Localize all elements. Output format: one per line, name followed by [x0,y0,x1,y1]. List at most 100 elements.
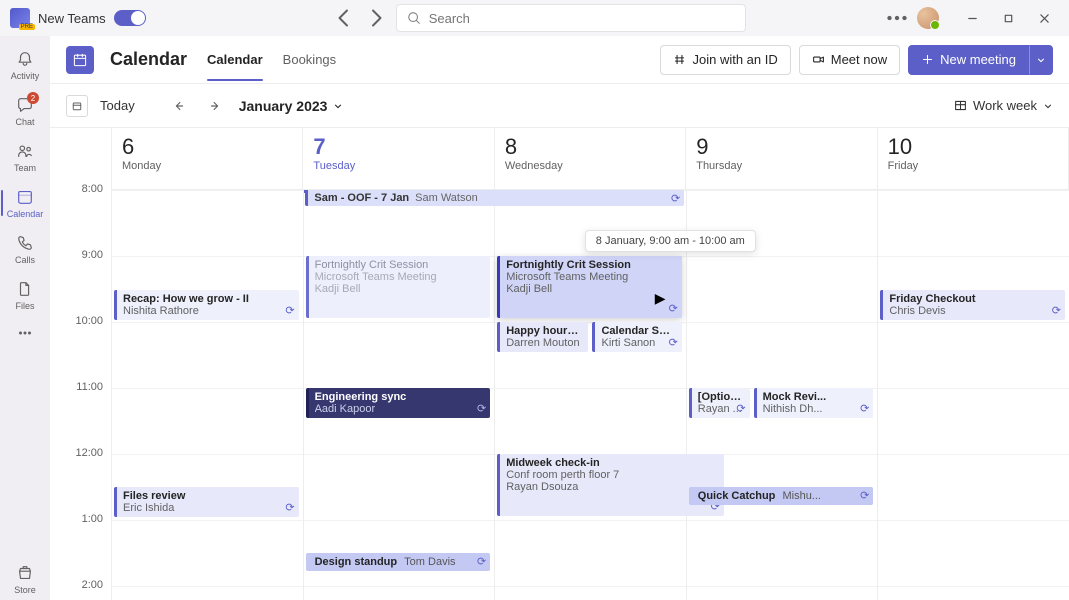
meetnow-label: Meet now [831,52,887,67]
rail-label: Store [14,585,36,595]
month-label: January 2023 [239,98,328,114]
time-label: 2:00 [50,579,111,600]
video-icon [812,53,825,66]
app-header: Calendar Calendar Bookings Join with an … [50,36,1069,84]
grid-icon [954,99,967,112]
tab-calendar[interactable]: Calendar [207,38,263,81]
phone-icon [15,233,35,253]
day-header[interactable]: 7Tuesday [303,128,494,189]
chat-badge: 2 [27,92,39,104]
day-header[interactable]: 9Thursday [686,128,877,189]
new-meeting-dropdown[interactable] [1029,45,1053,75]
nav-forward-button[interactable] [364,6,388,30]
day-headers: 6Monday 7Tuesday 8Wednesday 9Thursday 10… [112,128,1069,190]
maximize-button[interactable] [993,3,1023,33]
rail-calls[interactable]: Calls [1,228,49,270]
event[interactable]: Happy hours - on call Darren Mouton [497,322,588,352]
today-button[interactable]: Today [100,98,135,113]
recurring-icon: ⟳ [860,402,869,415]
rail-calendar[interactable]: Calendar [1,182,49,224]
plus-icon [921,53,934,66]
rail-label: Team [14,163,36,173]
day-column-thu[interactable]: [Optional]... Rayan ... ⟳ Mock Revi... N… [687,190,879,600]
join-label: Join with an ID [692,52,777,67]
grid-body[interactable]: Recap: How we grow - II Nishita Rathore … [112,190,1069,600]
nav-back-button[interactable] [332,6,356,30]
event[interactable]: Friday Checkout Chris Devis ⟳ [880,290,1065,320]
header-tabs: Calendar Bookings [207,38,336,81]
day-header[interactable]: 6Monday [112,128,303,189]
event[interactable]: Files review Eric Ishida ⟳ [114,487,299,517]
search-field[interactable] [429,11,735,26]
rail-more[interactable] [1,320,49,346]
rail-label: Calls [15,255,35,265]
today-icon-button[interactable] [66,95,88,117]
more-icon [15,323,35,343]
event-selected[interactable]: Fortnightly Crit Session Microsoft Teams… [497,256,682,318]
files-icon [15,279,35,299]
rail-files[interactable]: Files [1,274,49,316]
time-gutter: 8:00 9:00 10:00 11:00 12:00 1:00 2:00 [50,128,112,600]
store-icon [15,563,35,583]
prev-week-button[interactable] [167,94,191,118]
meet-now-button[interactable]: Meet now [799,45,900,75]
team-icon [15,141,35,161]
page-title: Calendar [110,49,187,70]
calendar-grid: 8:00 9:00 10:00 11:00 12:00 1:00 2:00 6M… [50,128,1069,600]
rail-label: Activity [11,71,40,81]
month-picker[interactable]: January 2023 [239,98,344,114]
join-with-id-button[interactable]: Join with an ID [660,45,790,75]
avatar[interactable] [917,7,939,29]
view-label: Work week [973,98,1037,113]
search-icon [407,11,421,25]
recurring-icon: ⟳ [477,402,486,415]
event[interactable]: Quick Catchup Mishu... ⟳ [689,487,874,505]
event[interactable]: Design standup Tom Davis ⟳ [306,553,491,571]
rail-chat[interactable]: Chat 2 [1,90,49,132]
more-options-button[interactable] [885,6,909,30]
day-column-wed[interactable]: Fortnightly Crit Session Microsoft Teams… [495,190,687,600]
search-input[interactable] [396,4,746,32]
rail-label: Files [15,301,34,311]
day-column-tue[interactable]: Fortnightly Crit Session Microsoft Teams… [304,190,496,600]
day-column-fri[interactable]: Friday Checkout Chris Devis ⟳ [878,190,1069,600]
time-label: 11:00 [50,381,111,447]
time-label: 12:00 [50,447,111,513]
event[interactable]: Mock Revi... Nithish Dh... ⟳ [754,388,874,418]
event[interactable]: Calendar Sync Kirti Sanon ⟳ [592,322,681,352]
recurring-icon: ⟳ [669,302,678,315]
chevron-down-icon [1036,55,1046,65]
time-label: 10:00 [50,315,111,381]
day-header[interactable]: 8Wednesday [495,128,686,189]
day-column-mon[interactable]: Recap: How we grow - II Nishita Rathore … [112,190,304,600]
time-label: 1:00 [50,513,111,579]
next-week-button[interactable] [203,94,227,118]
calendar-icon [15,187,35,207]
close-button[interactable] [1029,3,1059,33]
new-teams-label: New Teams [38,11,106,26]
calendar-toolbar: Today January 2023 Work week [50,84,1069,128]
rail-activity[interactable]: Activity [1,44,49,86]
rail-label: Calendar [7,209,44,219]
tab-bookings[interactable]: Bookings [283,38,336,81]
day-header[interactable]: 10Friday [878,128,1069,189]
minimize-button[interactable] [957,3,987,33]
titlebar: New Teams [0,0,1069,36]
recurring-icon: ⟳ [860,489,869,502]
event[interactable]: Recap: How we grow - II Nishita Rathore … [114,290,299,320]
new-meeting-button[interactable]: New meeting [908,45,1029,75]
recurring-icon: ⟳ [285,501,294,514]
recurring-icon: ⟳ [669,336,678,349]
rail-team[interactable]: Team [1,136,49,178]
window-controls [957,3,1059,33]
view-picker[interactable]: Work week [954,98,1053,113]
calendar-app-icon [66,46,94,74]
recurring-icon: ⟳ [736,402,745,415]
hash-icon [673,53,686,66]
rail-store[interactable]: Store [1,558,49,600]
event[interactable]: Fortnightly Crit Session Microsoft Teams… [306,256,491,318]
new-teams-toggle[interactable] [114,10,146,26]
event[interactable]: [Optional]... Rayan ... ⟳ [689,388,750,418]
event[interactable]: Engineering sync Aadi Kapoor ⟳ [306,388,491,418]
teams-logo-icon [10,8,30,28]
